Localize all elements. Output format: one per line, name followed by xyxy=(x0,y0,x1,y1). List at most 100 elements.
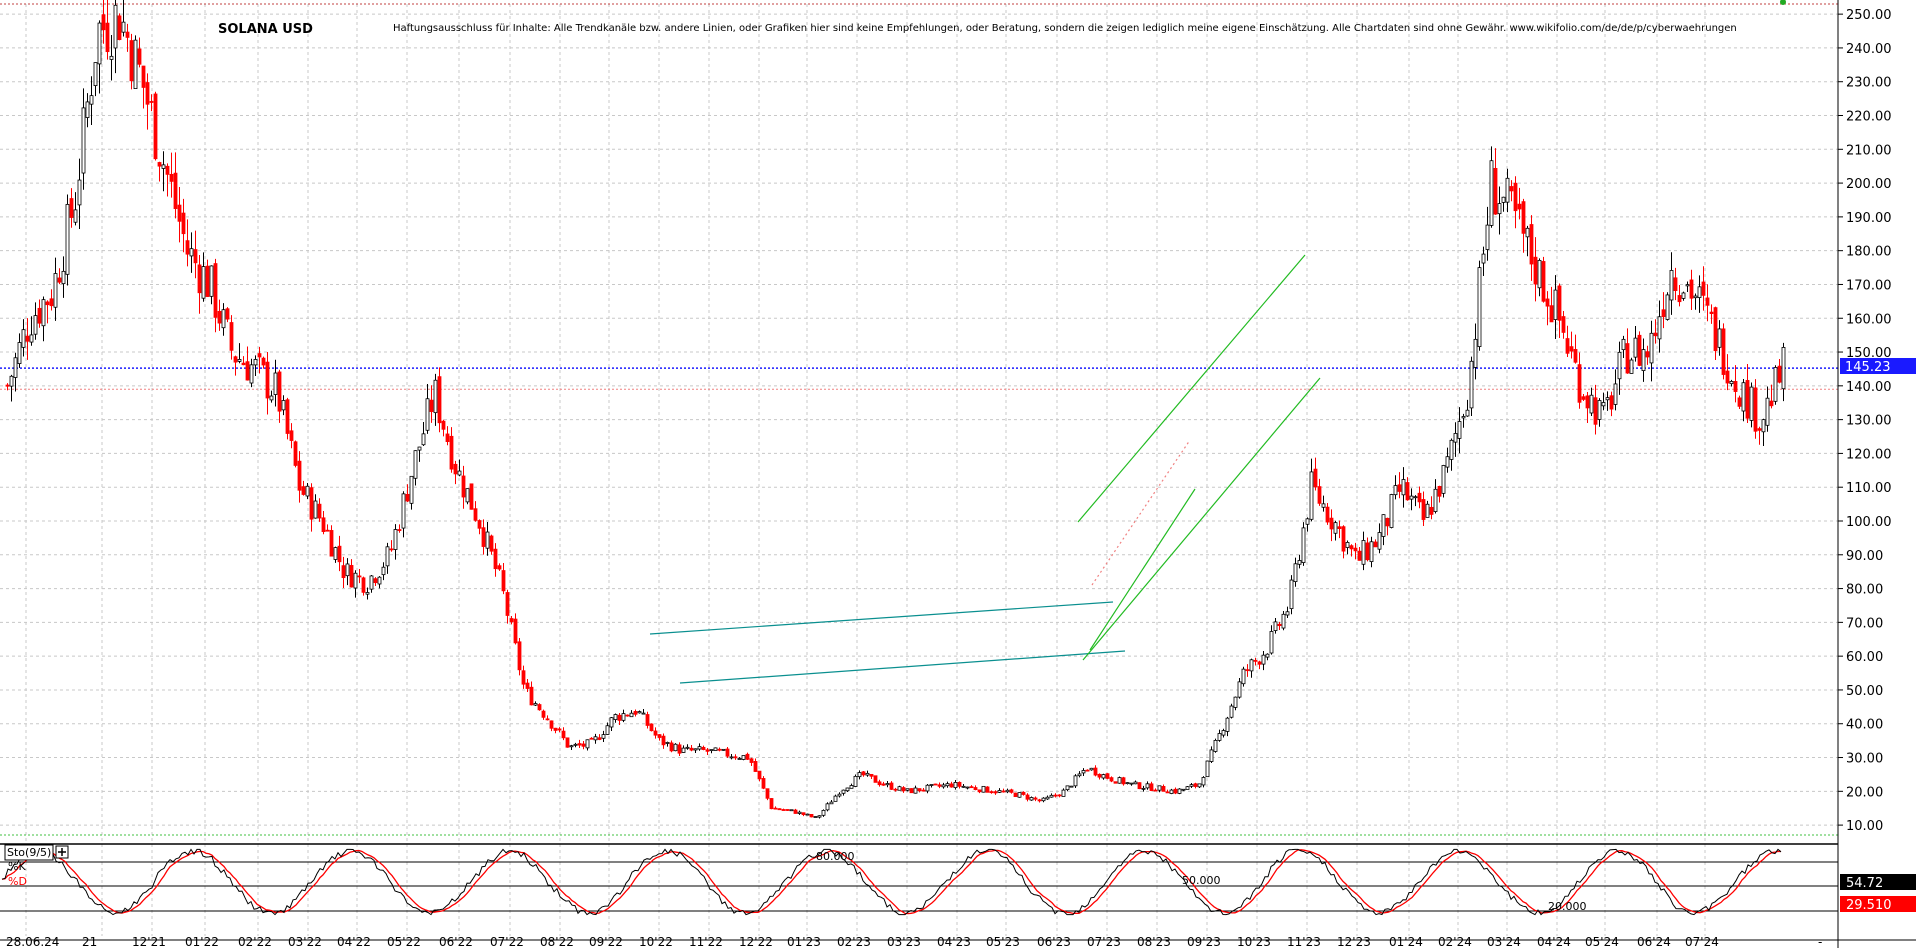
candle-body xyxy=(1525,227,1530,238)
candle-body xyxy=(189,248,194,257)
y-tick-label: 210.00 xyxy=(1846,143,1892,158)
candle-body xyxy=(389,548,394,551)
stochastic-label: Sto(9/5) xyxy=(7,846,51,859)
candle-body xyxy=(725,748,730,757)
candle-body xyxy=(801,812,806,816)
x-tick-label: 21 xyxy=(82,935,97,948)
candle-body xyxy=(481,527,486,547)
candle-body xyxy=(1145,783,1150,789)
x-tick-label: 01'22 xyxy=(185,935,219,948)
candle-body xyxy=(101,14,106,31)
candle-body xyxy=(1585,395,1590,409)
x-tick-label: 09'23 xyxy=(1187,935,1221,948)
candle-body xyxy=(689,747,694,751)
candle-body xyxy=(297,460,302,491)
candle-body xyxy=(1449,439,1454,460)
candle-body xyxy=(1565,338,1570,354)
candle-body xyxy=(537,704,542,711)
candle-body xyxy=(773,807,778,810)
candle-body xyxy=(1069,785,1074,788)
candle-body xyxy=(761,778,766,789)
candle-body xyxy=(857,772,862,778)
candle-body xyxy=(673,743,678,752)
candle-body xyxy=(329,530,334,557)
candle-body xyxy=(613,714,618,720)
k-value-badge: 54.72 xyxy=(1840,874,1916,891)
candle-body xyxy=(1685,284,1690,287)
candle-body xyxy=(549,720,554,729)
candle-body xyxy=(637,711,642,714)
candle-body xyxy=(137,48,142,65)
candle-body xyxy=(889,782,894,790)
x-tick-label: 04'23 xyxy=(937,935,971,948)
candle-body xyxy=(457,470,462,476)
candle-body xyxy=(1249,659,1254,672)
candle-body xyxy=(1761,419,1766,433)
x-tick-label: 12'21 xyxy=(132,935,166,948)
candle-body xyxy=(1505,177,1510,203)
candle-body xyxy=(1577,364,1582,403)
candle-body xyxy=(1073,775,1078,787)
y-tick-label: 90.00 xyxy=(1846,549,1883,564)
candle-body xyxy=(1617,351,1622,380)
y-tick-label: 30.00 xyxy=(1846,752,1883,767)
candle-body xyxy=(997,790,1002,793)
x-tick-label: 06'24 xyxy=(1637,935,1671,948)
y-tick-label: 190.00 xyxy=(1846,211,1892,226)
candle-body xyxy=(541,710,546,718)
candle-body xyxy=(113,4,118,49)
candle-body xyxy=(469,483,474,510)
candle-body xyxy=(1149,783,1154,791)
candle-body xyxy=(561,730,566,739)
candle-body xyxy=(953,782,958,789)
candle-body xyxy=(269,395,274,401)
candle-body xyxy=(361,577,366,593)
x-tick-label: 02'23 xyxy=(837,935,871,948)
level-50-label: 50.000 xyxy=(1182,874,1221,887)
candle-body xyxy=(585,739,590,749)
candle-body xyxy=(229,322,234,351)
x-tick-label: 01'23 xyxy=(787,935,821,948)
candle-body xyxy=(1509,186,1514,192)
candle-body xyxy=(1101,774,1106,779)
candle-body xyxy=(1697,286,1702,298)
y-tick-label: 50.00 xyxy=(1846,684,1883,699)
candle-body xyxy=(1641,349,1646,372)
candle-body xyxy=(929,784,934,786)
candle-body xyxy=(241,362,246,366)
candle-body xyxy=(1209,749,1214,762)
candle-body xyxy=(897,786,902,791)
candle-body xyxy=(645,714,650,726)
candle-body xyxy=(1417,492,1422,503)
candle-body xyxy=(1773,367,1778,402)
y-tick-label: 20.00 xyxy=(1846,785,1883,800)
candle-body xyxy=(77,179,82,206)
candle-body xyxy=(649,723,654,732)
candle-body xyxy=(477,520,482,529)
candle-body xyxy=(1445,456,1450,468)
candle-body xyxy=(289,430,294,441)
candle-body xyxy=(1673,277,1678,291)
candle-body xyxy=(1281,613,1286,629)
candle-body xyxy=(225,308,230,320)
candle-body xyxy=(817,815,822,818)
candle-body xyxy=(197,264,202,294)
candle-body xyxy=(65,204,70,275)
candle-body xyxy=(1433,488,1438,512)
candle-body xyxy=(781,809,786,811)
candle-body xyxy=(1665,294,1670,320)
candle-body xyxy=(605,725,610,735)
candle-body xyxy=(13,357,18,378)
candle-body xyxy=(589,737,594,740)
candle-body xyxy=(601,734,606,739)
candle-body xyxy=(765,788,770,799)
candle-body xyxy=(529,686,534,706)
candle-body xyxy=(273,372,278,395)
candle-body xyxy=(737,758,742,760)
candle-body xyxy=(1177,788,1182,794)
candle-body xyxy=(33,315,38,335)
candle-body xyxy=(165,165,170,175)
candle-body xyxy=(965,786,970,789)
candle-body xyxy=(1257,661,1262,665)
candle-body xyxy=(1293,563,1298,583)
